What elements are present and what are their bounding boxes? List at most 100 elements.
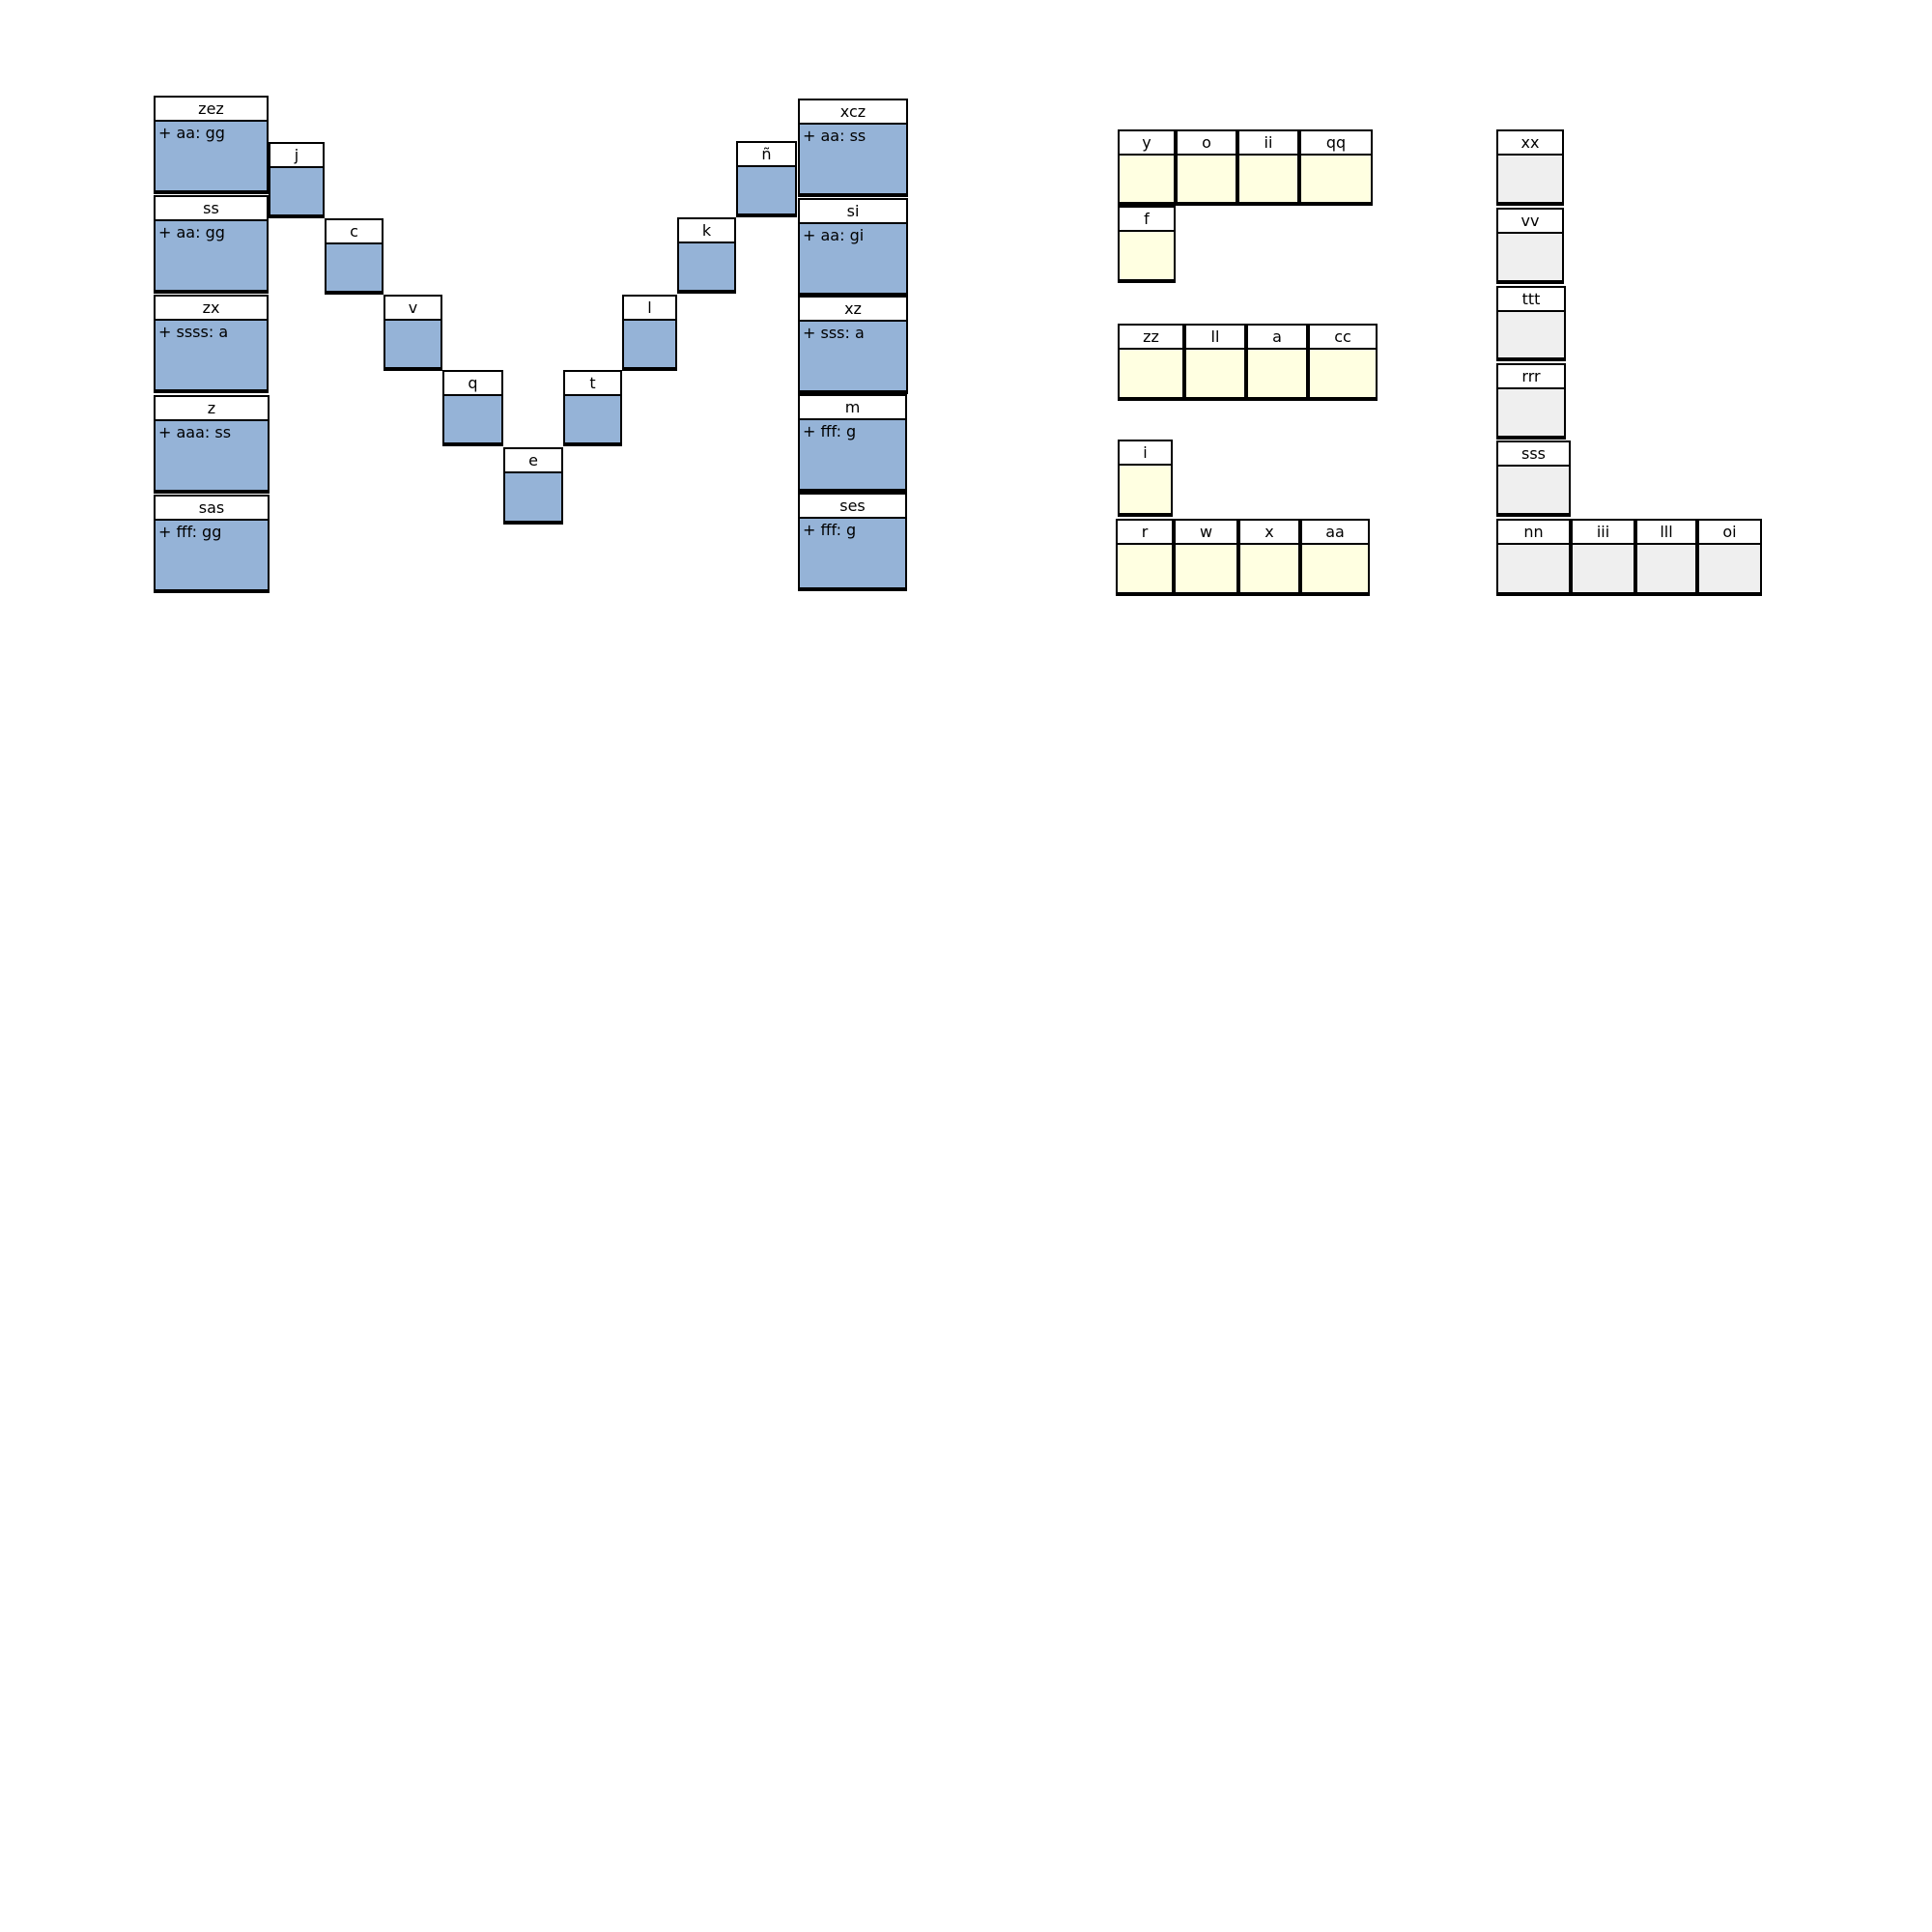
class-body: + aa: gg: [156, 122, 267, 190]
class-body: [738, 167, 795, 213]
class-name: ses: [800, 495, 905, 519]
class-name: a: [1248, 326, 1306, 350]
class-box[interactable]: t: [563, 370, 622, 446]
class-body: [1240, 545, 1298, 592]
class-name: c: [327, 220, 382, 244]
class-name: f: [1120, 208, 1174, 232]
class-box[interactable]: z + aaa: ss: [154, 395, 270, 494]
class-box[interactable]: k: [677, 217, 736, 294]
class-box[interactable]: ses + fff: g: [798, 493, 907, 591]
class-body: + aa: gi: [800, 224, 906, 293]
class-attribute: + fff: gg: [158, 523, 222, 541]
class-body: [1178, 156, 1236, 202]
class-body: [1186, 350, 1244, 397]
class-body: [1498, 467, 1569, 513]
class-box[interactable]: xcz + aa: ss: [798, 99, 908, 197]
class-box[interactable]: ii: [1237, 129, 1299, 206]
class-name: e: [505, 449, 561, 473]
class-box[interactable]: m + fff: g: [798, 394, 907, 493]
class-body: [1120, 350, 1182, 397]
class-box[interactable]: zz: [1118, 324, 1184, 401]
class-name: iii: [1573, 521, 1634, 545]
class-body: [1498, 234, 1562, 280]
class-box[interactable]: zx + ssss: a: [154, 295, 269, 393]
class-box[interactable]: e: [503, 447, 563, 525]
class-box[interactable]: o: [1176, 129, 1237, 206]
class-box[interactable]: lll: [1635, 519, 1697, 596]
class-box[interactable]: aa: [1300, 519, 1370, 596]
class-box[interactable]: x: [1238, 519, 1300, 596]
class-box[interactable]: v: [384, 295, 442, 371]
class-name: sss: [1498, 442, 1569, 467]
class-box[interactable]: c: [325, 218, 384, 295]
class-box[interactable]: si + aa: gi: [798, 198, 908, 297]
class-box[interactable]: sas + fff: gg: [154, 495, 270, 593]
class-name: nn: [1498, 521, 1569, 545]
class-name: qq: [1301, 131, 1371, 156]
class-box[interactable]: y: [1118, 129, 1176, 206]
class-body: [505, 473, 561, 521]
class-box[interactable]: r: [1116, 519, 1174, 596]
class-diagram: zez + aa: gg ss + aa: gg zx + ssss: a z + aaa: …: [0, 0, 1932, 1932]
class-attribute: + aa: gi: [803, 226, 865, 244]
class-body: [1176, 545, 1236, 592]
class-name: ttt: [1498, 288, 1564, 312]
class-box[interactable]: i: [1118, 440, 1173, 517]
class-name: xz: [800, 298, 906, 322]
class-name: z: [156, 397, 268, 421]
class-body: [1699, 545, 1760, 592]
class-name: zz: [1120, 326, 1182, 350]
class-body: [1637, 545, 1695, 592]
class-box[interactable]: a: [1246, 324, 1308, 401]
class-box[interactable]: qq: [1299, 129, 1373, 206]
class-name: r: [1118, 521, 1172, 545]
class-attribute: + aa: gg: [158, 223, 225, 242]
class-body: + fff: gg: [156, 521, 268, 589]
class-body: [1248, 350, 1306, 397]
class-box[interactable]: xx: [1496, 129, 1564, 206]
class-name: xcz: [800, 100, 906, 125]
class-box[interactable]: ll: [1184, 324, 1246, 401]
class-body: + aaa: ss: [156, 421, 268, 490]
class-box[interactable]: j: [269, 142, 325, 218]
class-name: i: [1120, 441, 1171, 466]
class-name: ñ: [738, 143, 795, 167]
class-box[interactable]: w: [1174, 519, 1238, 596]
class-body: + aa: gg: [156, 221, 267, 290]
class-body: + fff: g: [800, 420, 905, 489]
class-box[interactable]: nn: [1496, 519, 1571, 596]
class-box[interactable]: f: [1118, 206, 1176, 283]
class-body: [624, 321, 675, 367]
class-box[interactable]: sss: [1496, 440, 1571, 517]
class-box[interactable]: ñ: [736, 141, 797, 217]
class-box[interactable]: cc: [1308, 324, 1378, 401]
class-name: xx: [1498, 131, 1562, 156]
class-attribute: + fff: g: [803, 422, 857, 440]
class-name: q: [444, 372, 501, 396]
class-body: + aa: ss: [800, 125, 906, 193]
class-name: t: [565, 372, 620, 396]
class-body: [1498, 545, 1569, 592]
class-box[interactable]: xz + sss: a: [798, 296, 908, 394]
class-box[interactable]: zez + aa: gg: [154, 96, 269, 194]
class-body: [1498, 389, 1564, 436]
class-name: j: [270, 144, 323, 168]
class-name: rrr: [1498, 365, 1564, 389]
class-name: o: [1178, 131, 1236, 156]
class-name: lll: [1637, 521, 1695, 545]
class-box[interactable]: oi: [1697, 519, 1762, 596]
class-body: + ssss: a: [156, 321, 267, 389]
class-name: v: [385, 297, 440, 321]
class-box[interactable]: q: [442, 370, 503, 446]
class-box[interactable]: rrr: [1496, 363, 1566, 440]
class-name: ss: [156, 197, 267, 221]
class-attribute: + aa: gg: [158, 124, 225, 142]
class-box[interactable]: vv: [1496, 208, 1564, 284]
class-body: [444, 396, 501, 442]
class-box[interactable]: l: [622, 295, 677, 371]
class-name: zx: [156, 297, 267, 321]
class-name: sas: [156, 497, 268, 521]
class-box[interactable]: ss + aa: gg: [154, 195, 269, 294]
class-box[interactable]: iii: [1571, 519, 1635, 596]
class-box[interactable]: ttt: [1496, 286, 1566, 361]
